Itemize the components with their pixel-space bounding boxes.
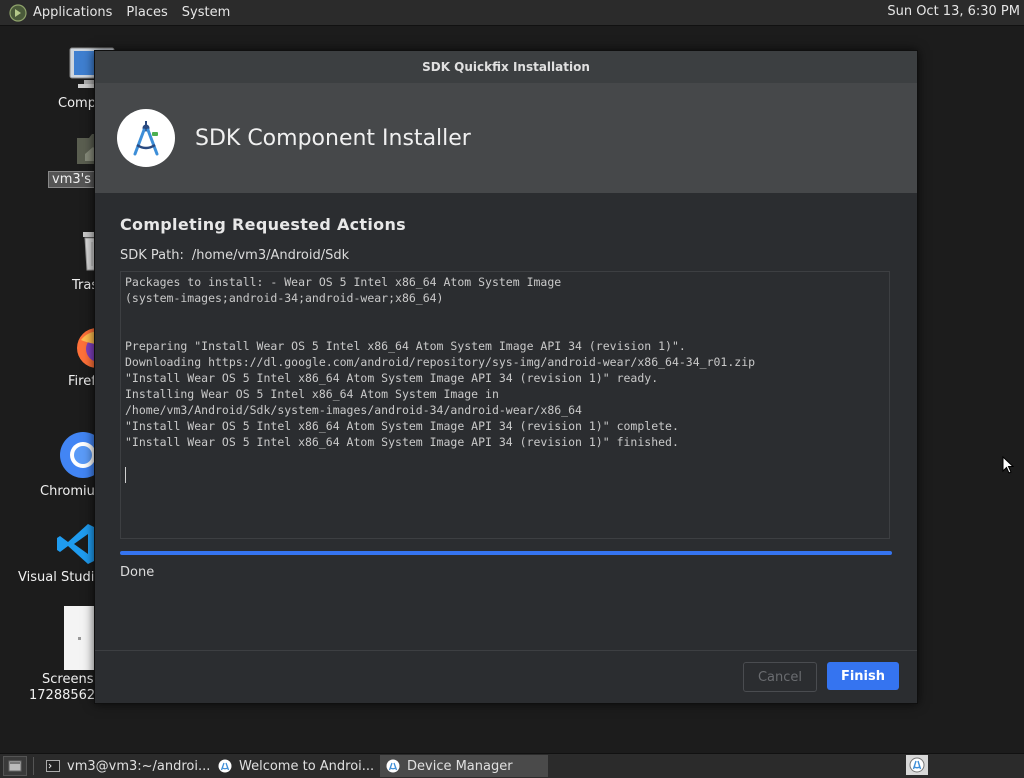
log-line: Preparing "Install Wear OS 5 Intel x86_6… — [125, 339, 686, 353]
log-line: "Install Wear OS 5 Intel x86_64 Atom Sys… — [125, 371, 659, 385]
log-line: Installing Wear OS 5 Intel x86_64 Atom S… — [125, 387, 499, 401]
system-menu[interactable]: System — [182, 5, 230, 20]
progress-bar — [120, 551, 892, 555]
mouse-cursor-icon — [1002, 456, 1014, 474]
sdk-quickfix-dialog: SDK Quickfix Installation SDK Component … — [94, 50, 918, 704]
sdk-path-row: SDK Path: /home/vm3/Android/Sdk — [120, 248, 892, 263]
dialog-titlebar[interactable]: SDK Quickfix Installation — [95, 51, 917, 83]
dialog-body: Completing Requested Actions SDK Path: /h… — [95, 215, 917, 580]
text-caret — [125, 466, 885, 483]
log-line: Downloading https://dl.google.com/androi… — [125, 355, 756, 369]
log-line: Packages to install: - Wear OS 5 Intel x… — [125, 275, 562, 289]
taskbar-task-label: vm3@vm3:~/androi... — [67, 758, 211, 774]
android-studio-icon — [218, 759, 232, 773]
android-studio-icon — [386, 759, 400, 773]
sdk-path-value: /home/vm3/Android/Sdk — [191, 248, 350, 263]
dialog-window-title: SDK Quickfix Installation — [422, 60, 590, 74]
taskbar-task-welcome[interactable]: Welcome to Androi... — [212, 755, 380, 777]
applications-menu[interactable]: Applications — [33, 5, 112, 20]
show-desktop-button[interactable] — [3, 756, 27, 776]
terminal-icon — [46, 759, 60, 773]
image-file-icon — [64, 606, 94, 670]
status-text: Done — [120, 565, 155, 580]
places-menu[interactable]: Places — [126, 5, 167, 20]
cancel-button[interactable]: Cancel — [743, 662, 817, 692]
dialog-footer: Cancel Finish — [95, 650, 917, 703]
taskbar: vm3@vm3:~/androi... Welcome to Androi...… — [0, 753, 1024, 778]
tray-android-studio-icon[interactable] — [906, 755, 928, 775]
log-line: "Install Wear OS 5 Intel x86_64 Atom Sys… — [125, 419, 679, 433]
progress-fill — [120, 551, 892, 555]
top-panel: Applications Places System Sun Oct 13, 6… — [0, 0, 1024, 26]
dialog-header: SDK Component Installer — [95, 83, 917, 193]
log-line: /home/vm3/Android/Sdk/system-images/andr… — [125, 403, 582, 417]
install-log[interactable]: Packages to install: - Wear OS 5 Intel x… — [120, 271, 890, 539]
clock[interactable]: Sun Oct 13, 6:30 PM — [887, 4, 1020, 19]
show-desktop-icon — [8, 760, 22, 772]
taskbar-task-label: Device Manager — [407, 758, 513, 774]
section-title: Completing Requested Actions — [120, 215, 406, 234]
taskbar-separator — [33, 757, 34, 775]
taskbar-task-label: Welcome to Androi... — [239, 758, 375, 774]
log-line: "Install Wear OS 5 Intel x86_64 Atom Sys… — [125, 435, 679, 449]
taskbar-task-device-manager[interactable]: Device Manager — [380, 755, 548, 777]
distro-logo-icon[interactable] — [9, 3, 27, 22]
taskbar-task-terminal[interactable]: vm3@vm3:~/androi... — [40, 755, 212, 777]
log-line: (system-images;android-34;android-wear;x… — [125, 291, 444, 305]
sdk-path-label: SDK Path: — [120, 248, 184, 263]
android-studio-logo-icon — [117, 109, 175, 167]
header-title: SDK Component Installer — [195, 125, 471, 151]
finish-button[interactable]: Finish — [827, 662, 899, 690]
